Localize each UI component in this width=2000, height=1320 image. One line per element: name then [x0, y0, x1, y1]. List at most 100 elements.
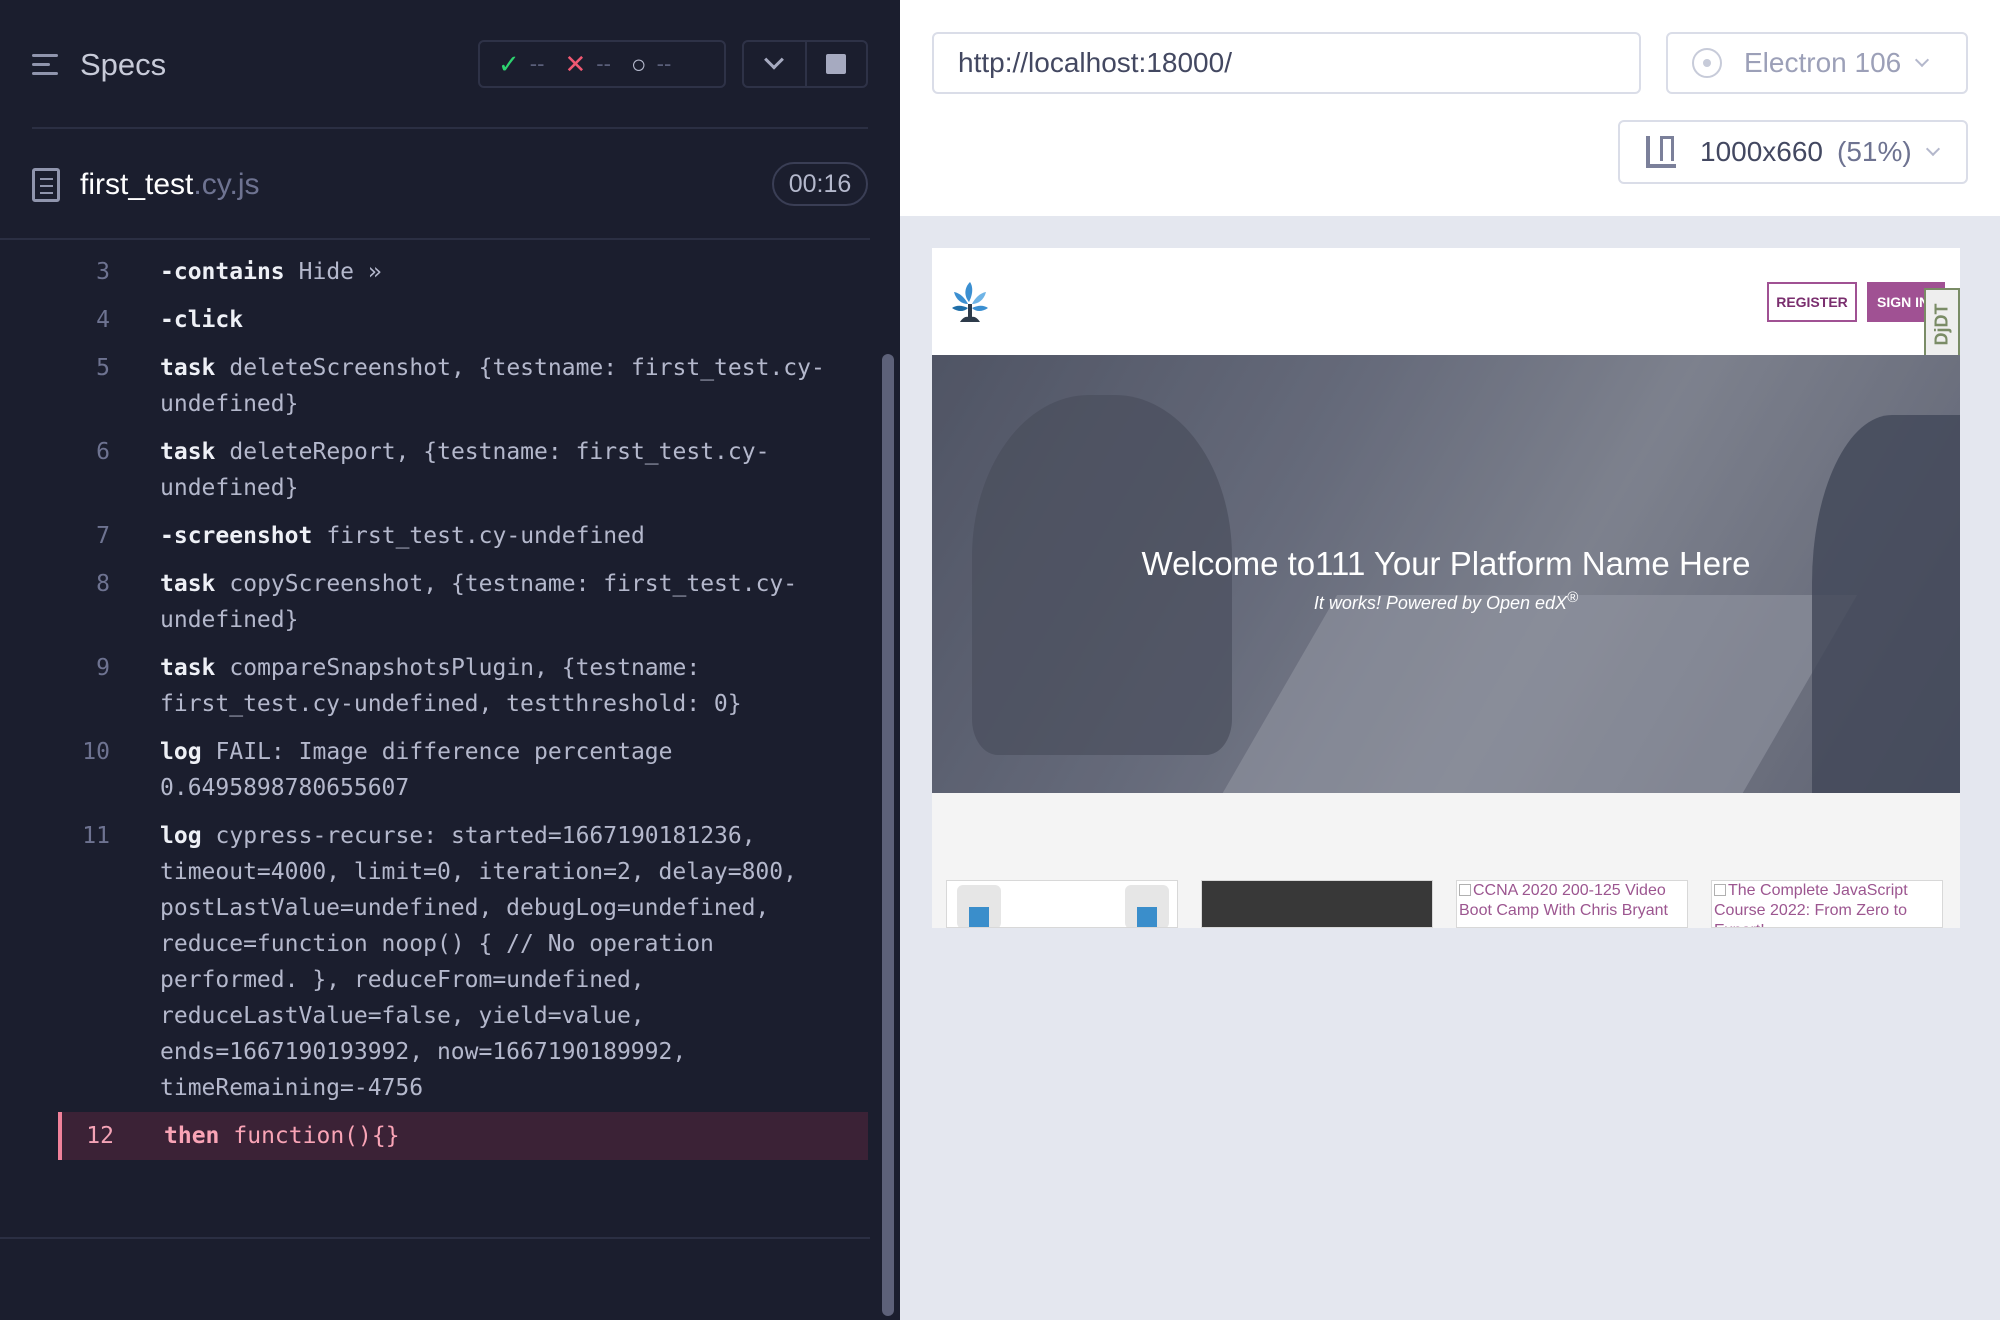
command-row[interactable]: 5 task deleteScreenshot, {testname: first_… — [58, 344, 868, 428]
command-number: 8 — [96, 571, 110, 597]
chevron-down-icon — [1915, 52, 1930, 68]
aut-header: http://localhost:18000/ Electron 106 100… — [900, 0, 2000, 216]
site-logo-icon[interactable] — [946, 278, 994, 326]
url-text: http://localhost:18000/ — [958, 47, 1232, 78]
divider — [32, 127, 868, 129]
command-body: task deleteScreenshot, {testname: first_t… — [110, 350, 860, 422]
duration-timer: 00:16 — [772, 162, 868, 206]
command-message: Hide » — [298, 259, 382, 285]
command-row[interactable]: 7 screenshot first_test.cy-undefined — [58, 512, 868, 560]
stop-icon — [826, 54, 847, 74]
spec-file-ext: .cy.js — [193, 168, 260, 201]
course-card-alt-text: CCNA 2020 200-125 Video Boot Camp With C… — [1459, 882, 1668, 919]
viewport-info-button[interactable]: 1000x660 (51%) — [1618, 120, 1968, 184]
command-number: 12 — [86, 1123, 114, 1149]
reporter-scrollbar[interactable] — [882, 354, 894, 1316]
django-debug-toolbar-handle[interactable]: DjDT — [1924, 288, 1960, 360]
expand-collapse-button[interactable] — [744, 42, 805, 86]
passed-stat: ✓ -- — [498, 49, 544, 80]
url-bar[interactable]: http://localhost:18000/ — [932, 32, 1641, 94]
command-number: 5 — [96, 355, 110, 381]
command-body: contains Hide » — [110, 254, 860, 290]
stop-button[interactable] — [804, 42, 866, 86]
viewport-size: 1000x660 — [1700, 136, 1824, 167]
pending-stat: ○ -- — [631, 49, 671, 80]
command-name: task — [160, 355, 216, 381]
command-name: then — [164, 1123, 220, 1149]
reporter-panel: Specs ✓ -- ✕ -- ○ -- first_test .cy.js 00… — [0, 0, 900, 1320]
chevron-down-icon — [764, 49, 785, 70]
divider — [0, 1237, 870, 1239]
command-name: log — [160, 823, 202, 849]
app-under-test-frame: REGISTER SIGN IN DjDT Welcome to111 Your… — [932, 248, 1960, 928]
failed-count: -- — [596, 51, 611, 76]
command-name: screenshot — [160, 523, 312, 549]
spec-file-name: first_test — [80, 168, 194, 201]
command-row[interactable]: 9 task compareSnapshotsPlugin, {testname: … — [58, 644, 868, 728]
command-row[interactable]: 3 contains Hide » — [58, 248, 868, 296]
hero-title: Welcome to111 Your Platform Name Here — [1141, 545, 1751, 582]
command-body: task deleteReport, {testname: first_test.… — [110, 434, 860, 506]
command-name: task — [160, 571, 216, 597]
command-row[interactable]: 11 log cypress-recurse: started=1667190181… — [58, 812, 868, 1112]
chevron-down-icon — [1925, 141, 1940, 157]
command-name: contains — [160, 259, 285, 285]
specs-menu-icon — [32, 51, 62, 79]
passed-count: -- — [529, 51, 545, 76]
djdt-label: DjDT — [1931, 303, 1952, 345]
command-body: log FAIL: Image difference percentage 0.6… — [110, 734, 860, 806]
x-icon: ✕ — [564, 48, 587, 79]
broken-image-icon — [1714, 884, 1726, 896]
specs-title: Specs — [80, 47, 167, 82]
command-row[interactable]: 6 task deleteReport, {testname: first_test… — [58, 428, 868, 512]
hero-subtitle-text: It works! Powered by Open edX — [1313, 593, 1568, 613]
command-message: compareSnapshotsPlugin, {testname: first… — [160, 655, 742, 717]
command-number: 6 — [96, 439, 110, 465]
command-row[interactable]: 10 log FAIL: Image difference percentage 0… — [58, 728, 868, 812]
command-row[interactable]: 8 task copyScreenshot, {testname: first_te… — [58, 560, 868, 644]
course-cards: CCNA 2020 200-125 Video Boot Camp With C… — [946, 880, 1946, 928]
command-number: 3 — [96, 259, 110, 285]
pending-count: -- — [656, 51, 672, 76]
command-name: task — [160, 439, 216, 465]
browser-label: Electron 106 — [1744, 47, 1902, 78]
command-body: log cypress-recurse: started=166719018123… — [110, 818, 860, 1106]
spinner-icon: ○ — [630, 48, 647, 79]
command-name: log — [160, 739, 202, 765]
course-card[interactable]: The Complete JavaScript Course 2022: Fro… — [1711, 880, 1943, 928]
command-name: task — [160, 655, 216, 681]
command-body: screenshot first_test.cy-undefined — [110, 518, 860, 554]
command-message: copyScreenshot, {testname: first_test.cy… — [160, 571, 798, 633]
command-log: 3containsHide »4click5taskdeleteScreensh… — [58, 248, 868, 1160]
course-card[interactable] — [1201, 880, 1433, 928]
placeholder-image-icon — [957, 885, 1001, 927]
command-number: 11 — [82, 823, 110, 849]
divider — [0, 238, 870, 240]
course-card[interactable]: CCNA 2020 200-125 Video Boot Camp With C… — [1456, 880, 1688, 928]
command-body: task copyScreenshot, {testname: first_tes… — [110, 566, 860, 638]
command-row[interactable]: 12 then function(){} — [58, 1112, 868, 1160]
course-card[interactable] — [946, 880, 1178, 928]
command-row[interactable]: 4 click — [58, 296, 868, 344]
registered-mark: ® — [1567, 589, 1579, 606]
command-message: deleteReport, {testname: first_test.cy-u… — [160, 439, 770, 501]
test-stats: ✓ -- ✕ -- ○ -- — [478, 40, 726, 88]
course-card-alt-text: The Complete JavaScript Course 2022: Fro… — [1714, 882, 1908, 927]
command-message: function(){} — [233, 1123, 400, 1149]
browser-selector[interactable]: Electron 106 — [1666, 32, 1968, 94]
specs-toggle[interactable]: Specs — [32, 40, 166, 90]
command-message: FAIL: Image difference percentage 0.6495… — [160, 739, 673, 801]
viewport-scale: (51%) — [1837, 136, 1912, 167]
check-icon: ✓ — [498, 48, 520, 79]
command-number: 4 — [96, 307, 110, 333]
placeholder-image-icon — [1125, 885, 1169, 927]
broken-image-icon — [1459, 884, 1471, 896]
command-message: deleteScreenshot, {testname: first_test.… — [160, 355, 825, 417]
run-controls — [742, 40, 868, 88]
hero-banner: Welcome to111 Your Platform Name Here It… — [932, 355, 1960, 793]
register-button[interactable]: REGISTER — [1767, 282, 1857, 322]
spec-file-header[interactable]: first_test .cy.js — [32, 160, 259, 210]
command-body: task compareSnapshotsPlugin, {testname: f… — [110, 650, 860, 722]
document-icon — [32, 168, 60, 202]
ruler-icon — [1646, 136, 1676, 168]
